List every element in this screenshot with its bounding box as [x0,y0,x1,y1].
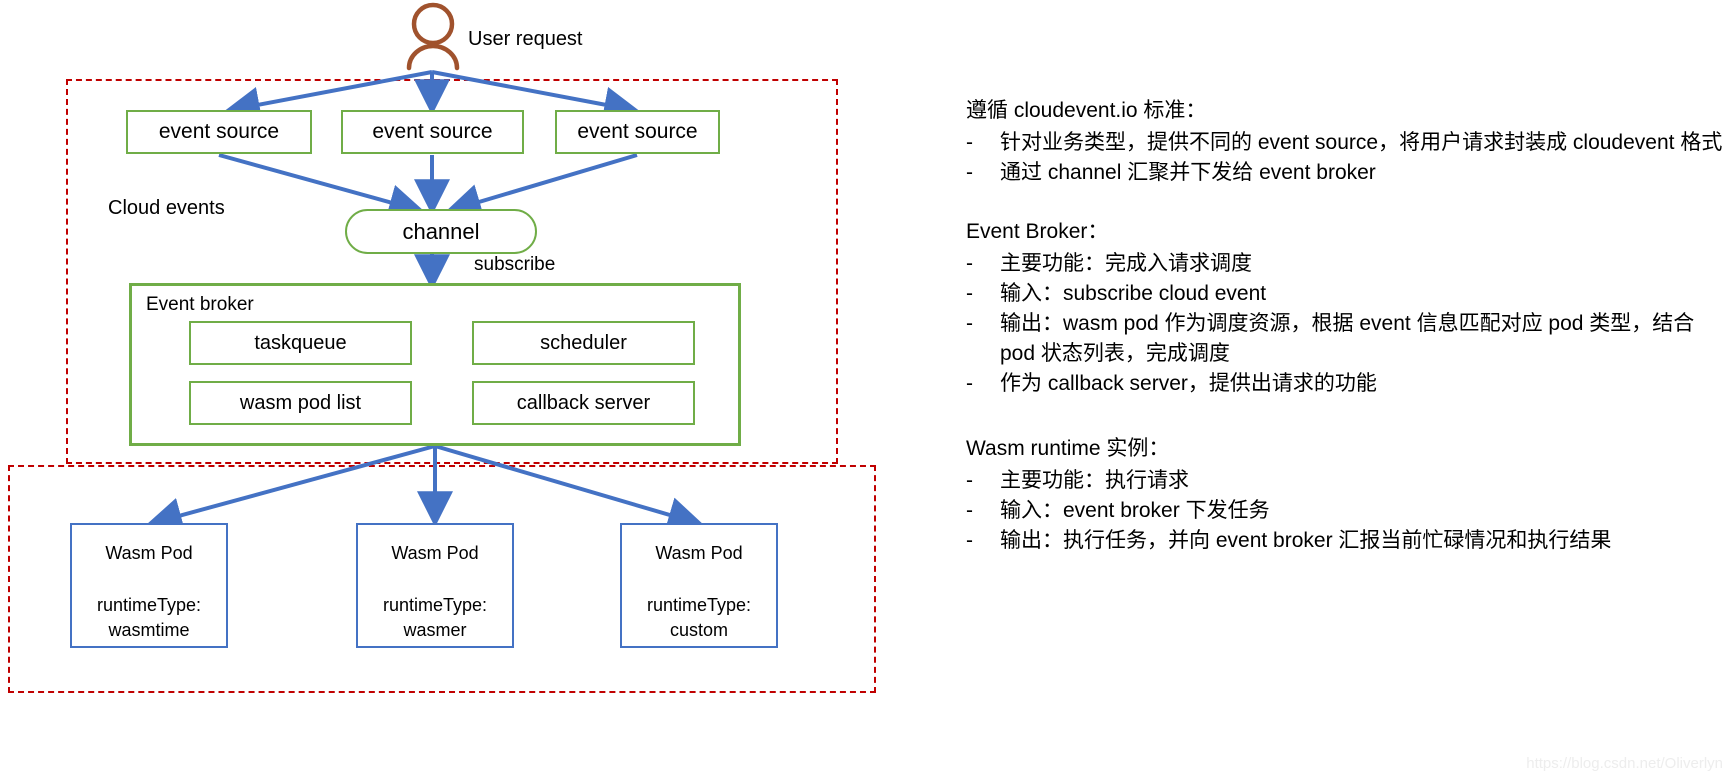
bullet-marker: - [966,371,973,395]
bullet-marker: - [966,528,973,552]
broker-wasm-pod-list[interactable]: wasm pod list [189,381,412,425]
event-source-1[interactable]: event source [126,110,312,154]
notes-bullet-list: - 主要功能：完成入请求调度 - 输入：subscribe cloud even… [966,249,1726,398]
notes-bullet: - 输出：wasm pod 作为调度资源，根据 event 信息匹配对应 pod… [966,309,1726,369]
notes-bullet: - 主要功能：执行请求 [966,466,1726,496]
event-source-label: event source [158,120,280,143]
watermark: https://blog.csdn.net/Oliverlyn [1526,755,1723,772]
wasm-pod-3[interactable]: Wasm Pod runtimeType: custom [620,523,778,648]
bullet-marker: - [966,469,973,493]
channel-label: channel [402,218,480,244]
bullet-text: 作为 callback server，提供出请求的功能 [1000,371,1377,395]
wasm-pod-1[interactable]: Wasm Pod runtimeType: wasmtime [70,523,228,648]
bullet-marker: - [966,130,973,154]
bullet-text: 主要功能：执行请求 [1000,469,1189,493]
bullet-text: 输入：event broker 下发任务 [1000,498,1270,522]
broker-component-label: wasm pod list [239,391,362,414]
notes-bullet-list: - 针对业务类型，提供不同的 event source，将用户请求封装成 clo… [966,128,1726,188]
bullet-text: 输出：wasm pod 作为调度资源，根据 event 信息匹配对应 pod 类… [1000,311,1695,365]
notes-panel: 遵循 cloudevent.io 标准： - 针对业务类型，提供不同的 even… [966,96,1726,582]
wasm-pod-title: Wasm Pod [391,543,479,563]
broker-component-label: scheduler [540,331,627,354]
wasm-pod-title: Wasm Pod [105,543,193,563]
bullet-marker: - [966,282,973,306]
wasm-pod-title: Wasm Pod [655,543,743,563]
wasm-pod-runtime-key: runtimeType: [96,595,202,616]
notes-bullet: - 输入：subscribe cloud event [966,279,1726,309]
event-broker-title: Event broker [146,294,254,315]
broker-scheduler[interactable]: scheduler [472,321,695,365]
event-source-label: event source [577,120,698,143]
wasm-pod-runtime-value: custom [669,619,728,640]
notes-bullet: - 作为 callback server，提供出请求的功能 [966,369,1726,399]
bullet-marker: - [966,498,973,522]
notes-bullet: - 输入：event broker 下发任务 [966,496,1726,526]
bullet-marker: - [966,160,973,184]
event-broker-panel: Event broker taskqueue scheduler wasm po… [129,283,741,446]
bullet-text: 主要功能：完成入请求调度 [1000,252,1252,276]
notes-section-cloudevent: 遵循 cloudevent.io 标准： - 针对业务类型，提供不同的 even… [966,96,1726,187]
channel-node[interactable]: channel [345,209,537,254]
broker-component-label: callback server [516,391,651,414]
bullet-text: 输入：subscribe cloud event [1000,282,1267,306]
event-source-3[interactable]: event source [555,110,720,154]
user-request-label: User request [468,28,583,50]
notes-bullet: - 通过 channel 汇聚并下发给 event broker [966,158,1726,188]
notes-section-wasm-runtime: Wasm runtime 实例： - 主要功能：执行请求 - 输入：event … [966,434,1726,555]
notes-bullet: - 输出：执行任务，并向 event broker 汇报当前忙碌情况和执行结果 [966,526,1726,556]
bullet-text: 通过 channel 汇聚并下发给 event broker [1000,160,1376,184]
subscribe-label: subscribe [474,254,556,275]
diagram-canvas: User request Cloud events subscribe even… [0,0,1733,784]
bullet-text: 输出：执行任务，并向 event broker 汇报当前忙碌情况和执行结果 [1000,528,1612,552]
notes-section-event-broker: Event Broker： - 主要功能：完成入请求调度 - 输入：subscr… [966,217,1726,398]
notes-section-heading: 遵循 cloudevent.io 标准： [966,99,1207,122]
notes-bullet: - 针对业务类型，提供不同的 event source，将用户请求封装成 clo… [966,128,1726,158]
wasm-pod-runtime-value: wasmtime [108,619,190,640]
event-source-2[interactable]: event source [341,110,524,154]
bullet-text: 针对业务类型，提供不同的 event source，将用户请求封装成 cloud… [1000,130,1723,154]
event-source-label: event source [372,120,493,143]
user-icon [406,2,460,71]
notes-bullet-list: - 主要功能：执行请求 - 输入：event broker 下发任务 - 输出：… [966,466,1726,555]
broker-component-label: taskqueue [254,331,347,354]
cloud-events-label: Cloud events [108,197,225,219]
notes-section-heading: Event Broker： [966,220,1109,244]
bullet-marker: - [966,311,973,335]
notes-section-heading: Wasm runtime 实例： [966,437,1170,461]
wasm-pod-runtime-key: runtimeType: [646,595,752,616]
wasm-pod-2[interactable]: Wasm Pod runtimeType: wasmer [356,523,514,648]
broker-taskqueue[interactable]: taskqueue [189,321,412,365]
bullet-marker: - [966,252,973,276]
notes-bullet: - 主要功能：完成入请求调度 [966,249,1726,279]
broker-callback-server[interactable]: callback server [472,381,695,425]
wasm-pod-runtime-key: runtimeType: [382,595,488,616]
wasm-pod-runtime-value: wasmer [403,619,467,640]
